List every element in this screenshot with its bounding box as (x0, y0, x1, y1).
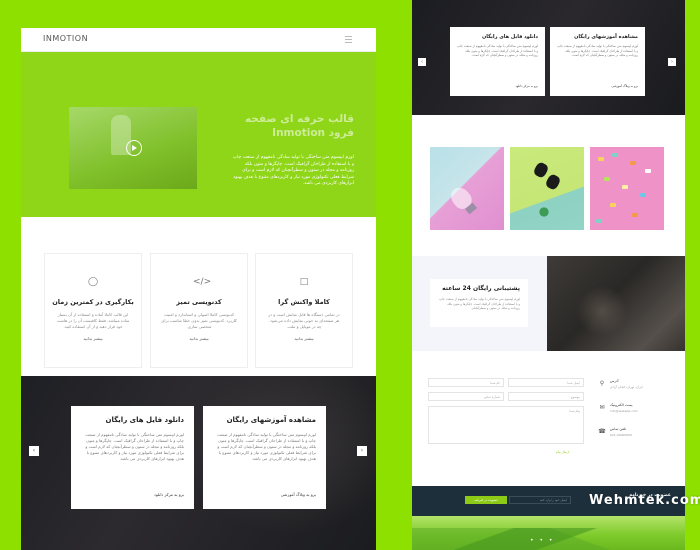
feature-more-link[interactable]: بیشتر بدانید (256, 336, 352, 341)
card-link[interactable]: برو به مرکز دانلود (154, 492, 184, 497)
feature-title: بکارگیری در کمترین زمان (52, 298, 134, 306)
hero-title: قالب حرفه ای صفحه فرود Inmotion (244, 113, 354, 139)
support-text: لورم ایپسوم متن ساختگی با تولید سادگی نا… (439, 297, 520, 310)
feature-card-responsive: □ کاملا واکنش گرا در تمامی دستگاه ها قاب… (255, 253, 353, 368)
contact-info-row: ☎ تلفن تماس 021-00000000 (598, 426, 672, 446)
card-title: دانلود فایل های رایگان (481, 34, 538, 40)
newsletter-input[interactable]: ایمیل خود را وارد کنید (509, 496, 571, 504)
tutorials-card: مشاهده آموزشهای رایگان لورم ایپسوم متن س… (203, 406, 326, 509)
gallery (430, 147, 667, 230)
cards-section-top: ‹ دانلود فایل های رایگان لورم ایپسوم متن… (412, 0, 685, 115)
feature-text: این قالب کاملا آماده و استفاده از آن بسی… (56, 312, 130, 329)
banner-dots: • • • (530, 537, 555, 544)
download-card: دانلود فایل های رایگان لورم ایپسوم متن س… (450, 27, 545, 96)
feature-title: کدنویسی تمیز (176, 298, 222, 306)
features-section: ◯ بکارگیری در کمترین زمان این قالب کاملا… (21, 217, 376, 385)
card-link[interactable]: برو به وبلاگ آموزشی (612, 84, 638, 88)
subscribe-button[interactable]: عضویت در خبرنامه (465, 496, 507, 504)
candy-shape (604, 177, 610, 181)
candy-shape (598, 157, 604, 161)
cards-section: ‹ دانلود فایل های رایگان لورم ایپسوم متن… (21, 376, 376, 550)
prev-arrow-icon[interactable]: ‹ (29, 446, 39, 456)
pin-icon: ⚲ (599, 380, 605, 387)
card-title: مشاهده آموزشهای رایگان (574, 34, 638, 40)
prev-arrow-icon[interactable]: ‹ (418, 58, 426, 66)
feature-title: کاملا واکنش گرا (278, 298, 330, 306)
gallery-image-bulb[interactable] (430, 147, 504, 230)
contact-info-row: ⚲ آدرس ایران، تهران، خیابان آزادی (598, 378, 672, 398)
logo[interactable]: INMOTION (43, 34, 88, 43)
candy-shape (596, 219, 602, 223)
plant-shape (536, 204, 552, 220)
feature-more-link[interactable]: بیشتر بدانید (151, 336, 247, 341)
feature-card-code: </> کدنویسی تمیز کدنویسی کاملا اصولی و ا… (150, 253, 248, 368)
support-photo (547, 256, 685, 351)
header: INMOTION (21, 28, 376, 52)
candy-shape (612, 153, 618, 157)
next-arrow-icon[interactable]: › (357, 446, 367, 456)
monitor-icon: □ (299, 277, 309, 287)
hero-video[interactable] (69, 107, 197, 189)
feature-text: در تمامی دستگاه ها قابل نمایش است و در ه… (268, 312, 340, 329)
gallery-image-candy[interactable] (590, 147, 664, 230)
watermark: Wehmtek.com (589, 493, 700, 508)
landing-page-preview-secondary: ‹ دانلود فایل های رایگان لورم ایپسوم متن… (412, 0, 685, 550)
support-title: پشتیبانی رایگان 24 ساعته (442, 285, 520, 292)
support-section: پشتیبانی رایگان 24 ساعته لورم ایپسوم متن… (412, 256, 685, 351)
card-link[interactable]: برو به وبلاگ آموزشی (281, 492, 316, 497)
sunglasses-shape (532, 157, 562, 193)
play-icon[interactable] (126, 140, 142, 156)
name-field[interactable]: نام شما (428, 378, 504, 387)
card-link[interactable]: برو به مرکز دانلود (516, 84, 538, 88)
feature-text: کدنویسی کاملا اصولی و استاندارد و امنیت … (161, 312, 237, 329)
contact-info-row: ✉ پست الکترونیک info@website.com (598, 402, 672, 422)
card-text: لورم ایپسوم متن ساختگی با تولید سادگی نا… (85, 432, 184, 461)
contact-label: تلفن تماس (610, 427, 627, 431)
card-text: لورم ایپسوم متن ساختگی با تولید سادگی نا… (557, 44, 638, 57)
message-field[interactable]: پیام شما (428, 406, 584, 444)
menu-icon[interactable] (345, 36, 352, 43)
candy-shape (640, 193, 646, 197)
contact-value: ایران، تهران، خیابان آزادی (610, 385, 643, 389)
card-title: مشاهده آموزشهای رایگان (226, 416, 316, 424)
email-field[interactable]: ایمیل شما (508, 378, 584, 387)
phone-icon: ☎ (598, 428, 606, 435)
mail-icon: ✉ (599, 404, 605, 411)
candy-shape (622, 185, 628, 189)
candy-shape (645, 169, 651, 173)
contact-label: پست الکترونیک (610, 403, 633, 407)
hero-section: قالب حرفه ای صفحه فرود Inmotion لورم ایپ… (21, 52, 376, 217)
send-button[interactable]: ارسال پیام (556, 450, 569, 454)
contact-value: 021-00000000 (610, 433, 633, 437)
tutorials-card: مشاهده آموزشهای رایگان لورم ایپسوم متن س… (550, 27, 645, 96)
contact-info: ⚲ آدرس ایران، تهران، خیابان آزادی ✉ پست … (598, 378, 672, 450)
support-card: پشتیبانی رایگان 24 ساعته لورم ایپسوم متن… (430, 279, 528, 327)
next-arrow-icon[interactable]: › (668, 58, 676, 66)
download-card: دانلود فایل های رایگان لورم ایپسوم متن س… (71, 406, 194, 509)
hero-text: لورم ایپسوم متن ساختگی با تولید سادگی نا… (232, 155, 354, 186)
feature-card-time: ◯ بکارگیری در کمترین زمان این قالب کاملا… (44, 253, 142, 368)
subject-field[interactable]: موضوع (508, 392, 584, 401)
contact-value: info@website.com (610, 409, 638, 413)
clock-icon: ◯ (87, 277, 99, 287)
contact-label: آدرس (610, 379, 619, 383)
code-icon: </> (193, 277, 212, 287)
candy-shape (632, 213, 638, 217)
card-text: لورم ایپسوم متن ساختگی با تولید سادگی نا… (457, 44, 538, 57)
candy-shape (610, 203, 616, 207)
card-text: لورم ایپسوم متن ساختگی با تولید سادگی نا… (217, 432, 316, 461)
gallery-image-sunglasses[interactable] (510, 147, 584, 230)
card-title: دانلود فایل های رایگان (105, 416, 185, 424)
phone-field[interactable]: شماره تماس (428, 392, 504, 401)
mountain-banner: • • • (412, 516, 685, 550)
candy-shape (630, 161, 636, 165)
landing-page-preview-main: INMOTION قالب حرفه ای صفحه فرود Inmotion… (21, 28, 376, 550)
contact-section: نام شما ایمیل شما شماره تماس موضوع پیام … (428, 370, 672, 470)
contact-form: نام شما ایمیل شما شماره تماس موضوع پیام … (428, 370, 586, 465)
feature-more-link[interactable]: بیشتر بدانید (45, 336, 141, 341)
